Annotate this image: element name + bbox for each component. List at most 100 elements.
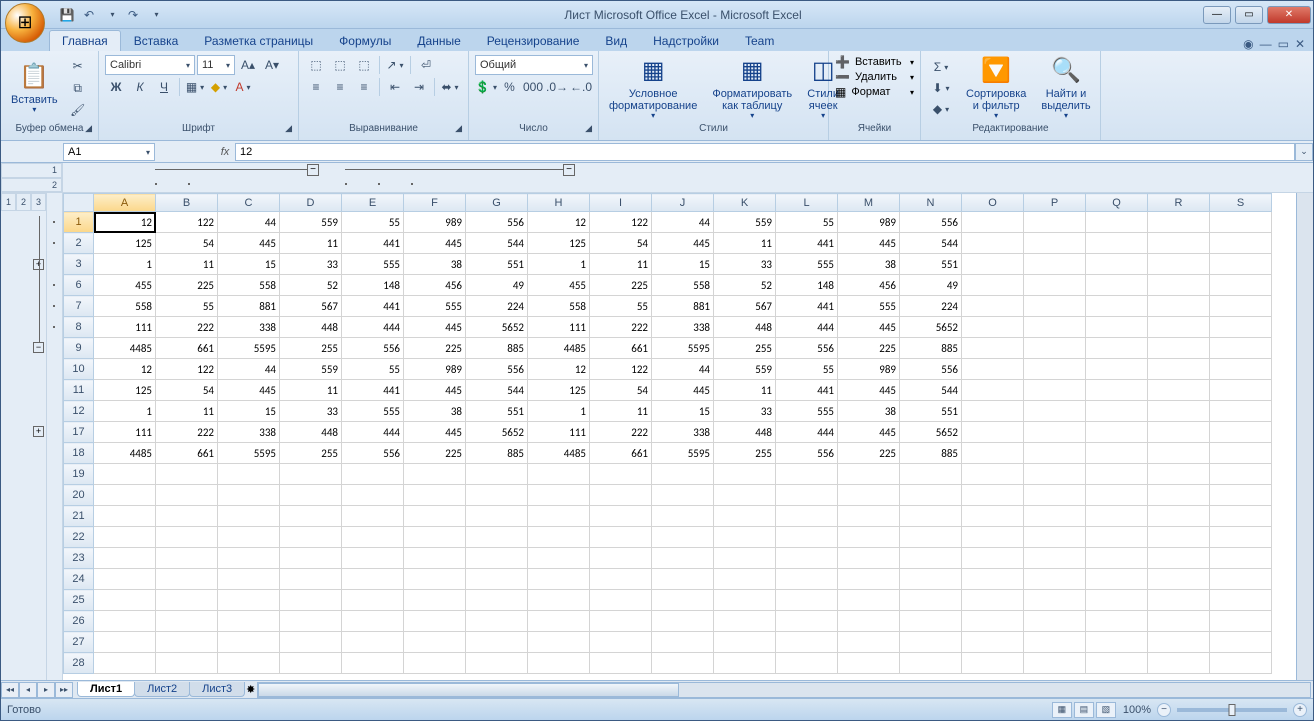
tab-view[interactable]: Вид	[592, 30, 640, 51]
cell-S20[interactable]	[1210, 485, 1272, 506]
cell-O12[interactable]	[962, 401, 1024, 422]
cell-I20[interactable]	[590, 485, 652, 506]
cell-E17[interactable]: 444	[342, 422, 404, 443]
cell-F23[interactable]	[404, 548, 466, 569]
cell-B8[interactable]: 222	[156, 317, 218, 338]
cell-M23[interactable]	[838, 548, 900, 569]
minimize-button[interactable]: —	[1203, 6, 1231, 24]
cell-R22[interactable]	[1148, 527, 1210, 548]
cell-Q21[interactable]	[1086, 506, 1148, 527]
cell-P20[interactable]	[1024, 485, 1086, 506]
cell-F22[interactable]	[404, 527, 466, 548]
cell-M12[interactable]: 38	[838, 401, 900, 422]
cell-R18[interactable]	[1148, 443, 1210, 464]
cell-D18[interactable]: 255	[280, 443, 342, 464]
col-outline-level-2[interactable]: 2	[1, 178, 62, 193]
cell-K24[interactable]	[714, 569, 776, 590]
cell-L11[interactable]: 441	[776, 380, 838, 401]
autosum-icon[interactable]: Σ	[927, 57, 955, 77]
cell-F12[interactable]: 38	[404, 401, 466, 422]
cell-G7[interactable]: 224	[466, 296, 528, 317]
cell-M19[interactable]	[838, 464, 900, 485]
cell-E28[interactable]	[342, 653, 404, 674]
decrease-decimal-icon[interactable]: ←.0	[570, 77, 592, 97]
cell-E12[interactable]: 555	[342, 401, 404, 422]
redo-icon[interactable]: ↷	[123, 5, 143, 25]
cell-Q22[interactable]	[1086, 527, 1148, 548]
align-left-icon[interactable]: ≡	[305, 77, 327, 97]
cell-L18[interactable]: 556	[776, 443, 838, 464]
cell-M6[interactable]: 456	[838, 275, 900, 296]
row-header-12[interactable]: 12	[64, 401, 94, 422]
cell-P27[interactable]	[1024, 632, 1086, 653]
cell-E1[interactable]: 55	[342, 212, 404, 233]
cell-C9[interactable]: 5595	[218, 338, 280, 359]
decrease-indent-icon[interactable]: ⇤	[384, 77, 406, 97]
cell-K6[interactable]: 52	[714, 275, 776, 296]
cell-C22[interactable]	[218, 527, 280, 548]
cell-E10[interactable]: 55	[342, 359, 404, 380]
cell-F25[interactable]	[404, 590, 466, 611]
merge-icon[interactable]: ⬌	[439, 77, 461, 97]
view-page-break-icon[interactable]: ▧	[1096, 702, 1116, 718]
cell-F27[interactable]	[404, 632, 466, 653]
accounting-icon[interactable]: 💲	[475, 77, 497, 97]
cell-E3[interactable]: 555	[342, 254, 404, 275]
cell-I12[interactable]: 11	[590, 401, 652, 422]
cell-R8[interactable]	[1148, 317, 1210, 338]
column-header-O[interactable]: O	[962, 194, 1024, 212]
cell-M2[interactable]: 445	[838, 233, 900, 254]
cell-N6[interactable]: 49	[900, 275, 962, 296]
find-select-button[interactable]: 🔍Найти и выделить▾	[1035, 54, 1096, 123]
tab-nav-next[interactable]: ▸	[37, 682, 55, 698]
column-header-E[interactable]: E	[342, 194, 404, 212]
cell-A6[interactable]: 455	[94, 275, 156, 296]
zoom-out-icon[interactable]: −	[1157, 703, 1171, 717]
cell-G1[interactable]: 556	[466, 212, 528, 233]
cell-A20[interactable]	[94, 485, 156, 506]
cell-K3[interactable]: 33	[714, 254, 776, 275]
cell-C2[interactable]: 445	[218, 233, 280, 254]
cell-S28[interactable]	[1210, 653, 1272, 674]
cell-A9[interactable]: 4485	[94, 338, 156, 359]
cell-F17[interactable]: 445	[404, 422, 466, 443]
cut-icon[interactable]: ✂	[67, 56, 89, 76]
cell-J6[interactable]: 558	[652, 275, 714, 296]
cell-B22[interactable]	[156, 527, 218, 548]
cell-L19[interactable]	[776, 464, 838, 485]
cell-A17[interactable]: 111	[94, 422, 156, 443]
cell-K9[interactable]: 255	[714, 338, 776, 359]
font-color-icon[interactable]: A	[232, 77, 254, 97]
cell-P10[interactable]	[1024, 359, 1086, 380]
format-painter-icon[interactable]: 🖌	[67, 100, 89, 120]
cell-D1[interactable]: 559	[280, 212, 342, 233]
cell-D2[interactable]: 11	[280, 233, 342, 254]
cell-Q6[interactable]	[1086, 275, 1148, 296]
cell-F3[interactable]: 38	[404, 254, 466, 275]
cell-L2[interactable]: 441	[776, 233, 838, 254]
cell-J1[interactable]: 44	[652, 212, 714, 233]
column-header-N[interactable]: N	[900, 194, 962, 212]
cell-H24[interactable]	[528, 569, 590, 590]
cell-Q28[interactable]	[1086, 653, 1148, 674]
cell-O18[interactable]	[962, 443, 1024, 464]
cell-F26[interactable]	[404, 611, 466, 632]
row-header-7[interactable]: 7	[64, 296, 94, 317]
cell-L8[interactable]: 444	[776, 317, 838, 338]
cell-D23[interactable]	[280, 548, 342, 569]
cell-M25[interactable]	[838, 590, 900, 611]
cell-E11[interactable]: 441	[342, 380, 404, 401]
cell-C10[interactable]: 44	[218, 359, 280, 380]
cell-P18[interactable]	[1024, 443, 1086, 464]
cell-C17[interactable]: 338	[218, 422, 280, 443]
cell-J2[interactable]: 445	[652, 233, 714, 254]
row-header-9[interactable]: 9	[64, 338, 94, 359]
cell-R11[interactable]	[1148, 380, 1210, 401]
cell-J19[interactable]	[652, 464, 714, 485]
cell-L22[interactable]	[776, 527, 838, 548]
font-size-combo[interactable]: 11	[197, 55, 235, 75]
column-header-J[interactable]: J	[652, 194, 714, 212]
row-header-3[interactable]: 3	[64, 254, 94, 275]
cell-S26[interactable]	[1210, 611, 1272, 632]
cell-Q12[interactable]	[1086, 401, 1148, 422]
